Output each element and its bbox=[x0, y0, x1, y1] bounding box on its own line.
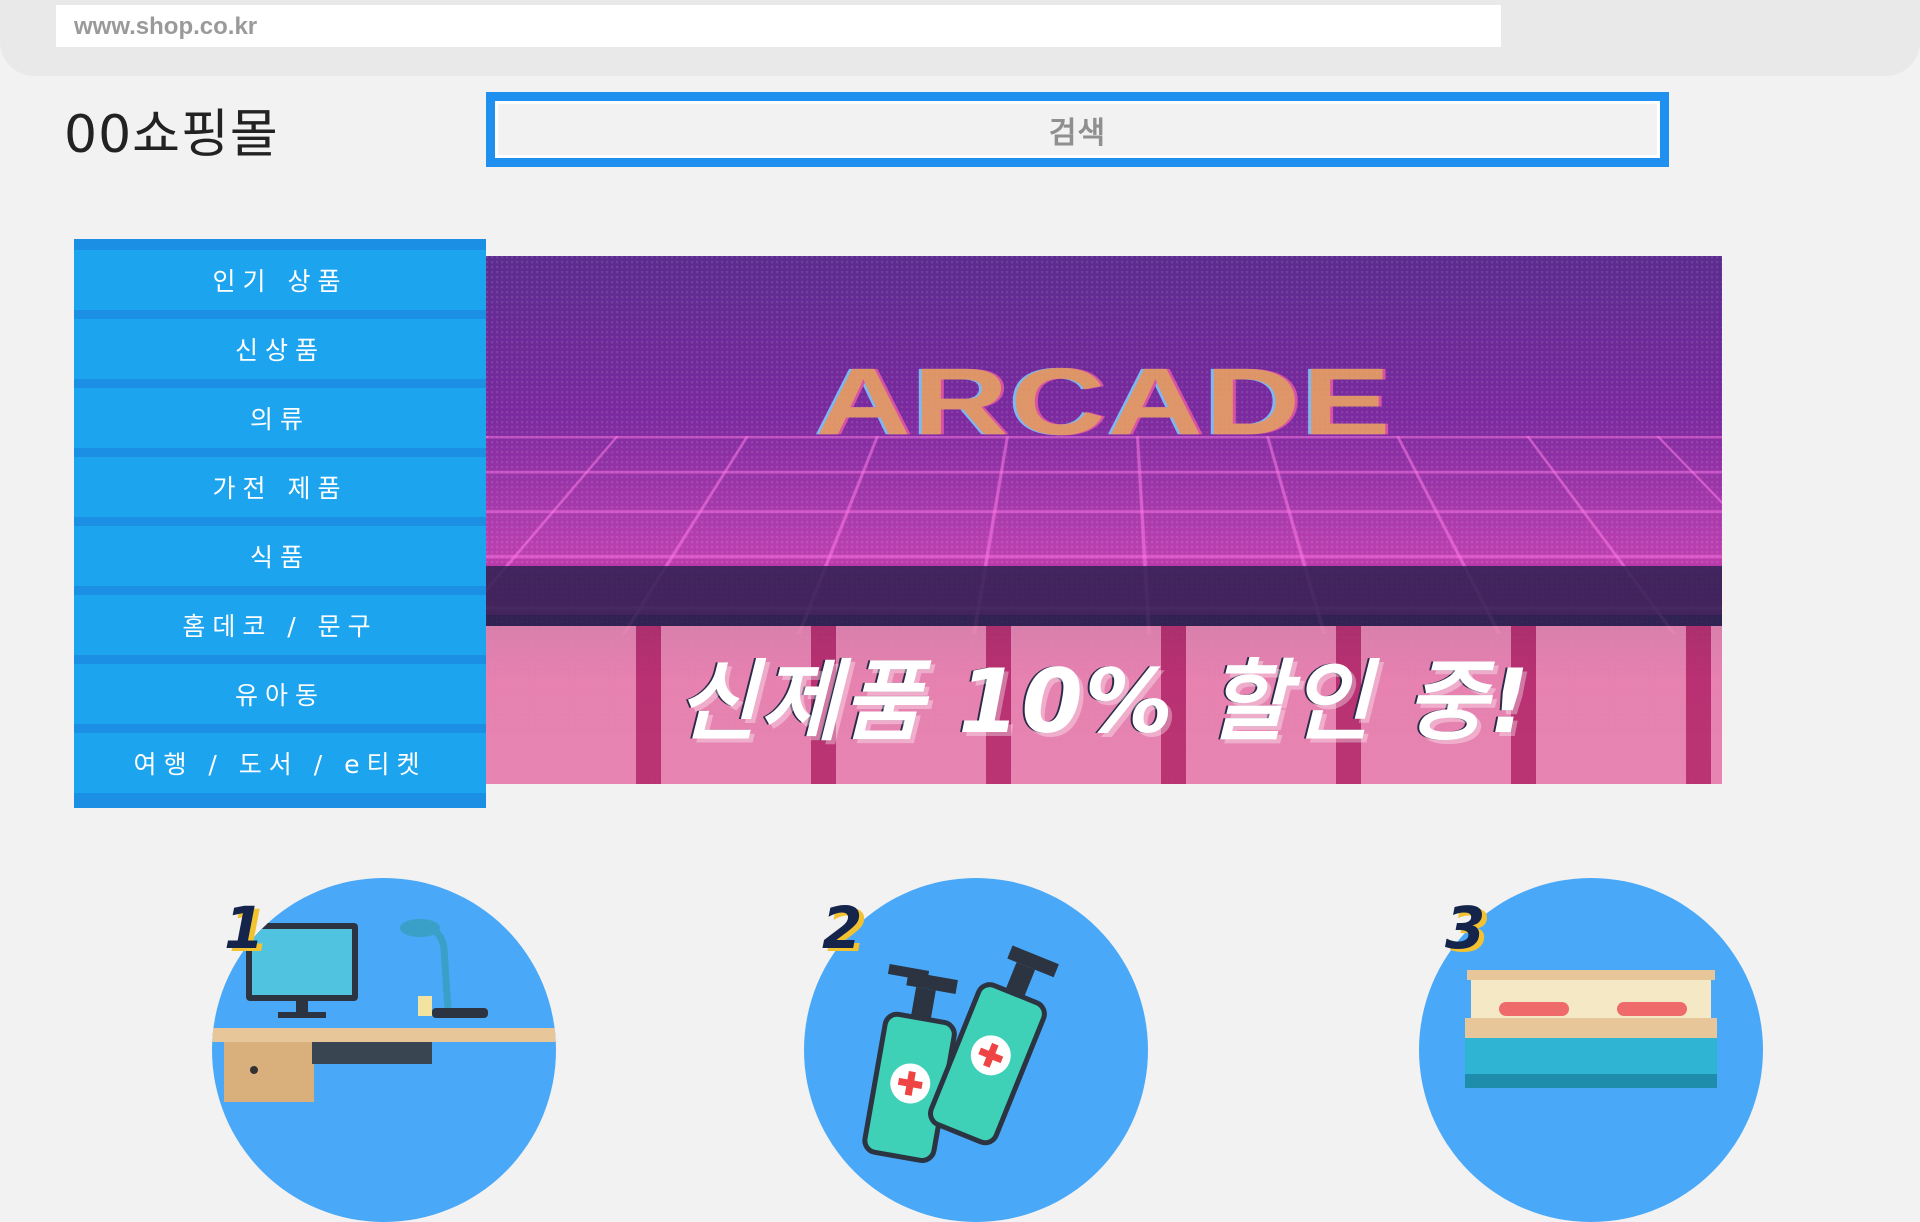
featured-item-2[interactable]: 2 bbox=[804, 878, 1148, 1222]
banner-promo-text: 신제품 10% 할인 중! bbox=[676, 650, 1532, 753]
featured-item-1[interactable]: 1 bbox=[212, 878, 556, 1222]
menu-item-travel[interactable]: 여행 / 도서 / e티켓 bbox=[74, 733, 486, 793]
menu-item-homedeco[interactable]: 홈데코 / 문구 bbox=[74, 595, 486, 655]
featured-number: 3 bbox=[1445, 894, 1486, 962]
category-menu: 인기 상품 신상품 의류 가전 제품 식품 홈데코 / 문구 유아동 여행 / … bbox=[74, 239, 486, 808]
featured-number: 2 bbox=[822, 894, 863, 962]
banner-band bbox=[486, 566, 1722, 626]
featured-number: 1 bbox=[224, 894, 265, 962]
site-logo[interactable]: 00쇼핑몰 bbox=[64, 92, 279, 167]
address-bar[interactable]: www.shop.co.kr bbox=[56, 5, 1501, 47]
menu-item-appliances[interactable]: 가전 제품 bbox=[74, 457, 486, 517]
menu-item-popular[interactable]: 인기 상품 bbox=[74, 250, 486, 310]
search-input[interactable]: 검색 bbox=[495, 101, 1660, 158]
menu-item-new[interactable]: 신상품 bbox=[74, 319, 486, 379]
menu-item-kids[interactable]: 유아동 bbox=[74, 664, 486, 724]
menu-item-clothing[interactable]: 의류 bbox=[74, 388, 486, 448]
banner-title: ARCADE bbox=[815, 348, 1393, 455]
promo-banner[interactable]: ARCADE 신제품 10% 할인 중! bbox=[486, 256, 1722, 784]
featured-item-3[interactable]: 3 bbox=[1419, 878, 1763, 1222]
search-box[interactable]: 검색 bbox=[486, 92, 1669, 167]
menu-item-food[interactable]: 식품 bbox=[74, 526, 486, 586]
browser-bar: www.shop.co.kr bbox=[0, 0, 1920, 76]
